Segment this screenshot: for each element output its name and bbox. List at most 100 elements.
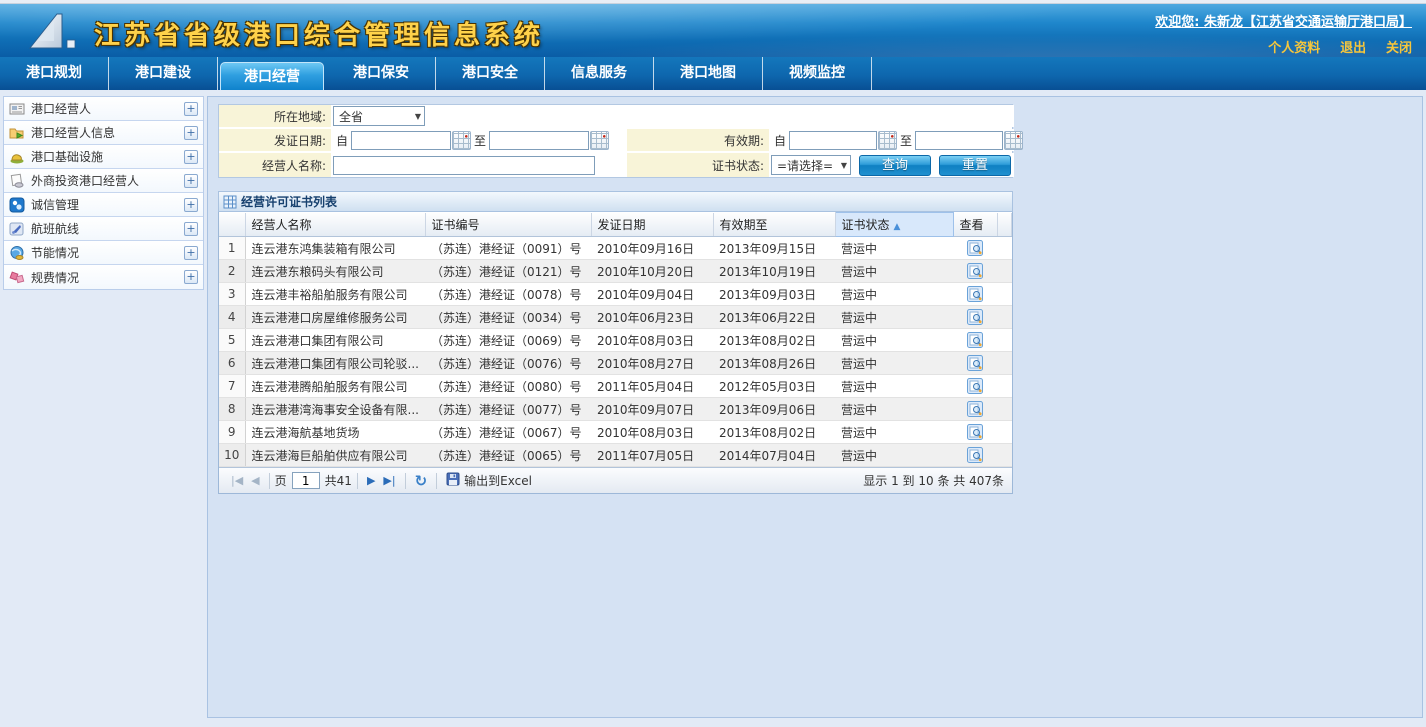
status-cell: 营运中 <box>835 444 953 467</box>
expand-plus-icon[interactable]: + <box>184 222 198 236</box>
expand-plus-icon[interactable]: + <box>184 126 198 140</box>
sidebar: 港口经营人 + 港口经营人信息 + 港口基础设施 + <box>3 96 204 727</box>
table-row: 6连云港港口集团有限公司轮驳...（苏连）港经证（0076）号2010年08月2… <box>219 352 1012 375</box>
sidebar-item-foreign-investor[interactable]: 外商投资港口经营人 + <box>4 169 203 193</box>
col-issue-date[interactable]: 发证日期 <box>591 213 713 237</box>
expand-plus-icon[interactable]: + <box>184 102 198 116</box>
issue-date-cell: 2010年08月27日 <box>591 352 713 375</box>
validity-from-input[interactable] <box>789 131 877 150</box>
view-icon[interactable] <box>967 332 983 348</box>
region-select[interactable]: 全省 ▼ <box>333 106 425 126</box>
sidebar-item-label: 航班航线 <box>31 220 184 237</box>
refresh-icon[interactable]: ↻ <box>415 472 428 490</box>
filler-cell <box>997 306 1012 329</box>
sidebar-item-energy-saving[interactable]: 节能情况 + <box>4 241 203 265</box>
status-cell: 营运中 <box>835 352 953 375</box>
expand-plus-icon[interactable]: + <box>184 198 198 212</box>
nav-tab-1[interactable]: 港口建设 <box>109 57 218 90</box>
view-icon[interactable] <box>967 309 983 325</box>
sidebar-item-fees[interactable]: 规费情况 + <box>4 265 203 289</box>
row-number: 6 <box>219 352 245 375</box>
calendar-icon[interactable] <box>878 131 897 150</box>
view-icon[interactable] <box>967 263 983 279</box>
nav-tab-0[interactable]: 港口规划 <box>0 57 109 90</box>
issue-date-cell: 2010年09月16日 <box>591 237 713 260</box>
sidebar-item-infrastructure[interactable]: 港口基础设施 + <box>4 145 203 169</box>
row-number: 9 <box>219 421 245 444</box>
view-icon[interactable] <box>967 424 983 440</box>
expand-plus-icon[interactable]: + <box>184 174 198 188</box>
view-icon[interactable] <box>967 286 983 302</box>
col-cert-status[interactable]: 证书状态▲ <box>835 213 953 237</box>
operator-name-cell: 连云港港腾船舶服务有限公司 <box>245 375 425 398</box>
sidebar-item-port-operator[interactable]: 港口经营人 + <box>4 97 203 121</box>
reset-button[interactable]: 重置 <box>939 155 1011 176</box>
cert-number-cell: （苏连）港经证（0091）号 <box>425 237 591 260</box>
profile-link[interactable]: 个人资料 <box>1268 41 1320 56</box>
view-icon[interactable] <box>967 240 983 256</box>
expand-plus-icon[interactable]: + <box>184 270 198 284</box>
credit-icon <box>9 197 25 213</box>
view-icon[interactable] <box>967 355 983 371</box>
sidebar-item-credit-mgmt[interactable]: 诚信管理 + <box>4 193 203 217</box>
nav-tab-7[interactable]: 视频监控 <box>763 57 872 90</box>
nav-tab-2[interactable]: 港口经营 <box>220 62 324 90</box>
total-pages: 共41 <box>325 472 352 489</box>
facility-icon <box>9 149 25 165</box>
first-page-icon[interactable]: |◀ <box>231 474 243 487</box>
valid-until-cell: 2013年08月02日 <box>713 421 835 444</box>
sidebar-item-label: 港口经营人 <box>31 100 184 117</box>
next-page-icon[interactable]: ▶ <box>367 474 375 487</box>
export-excel-button[interactable]: 输出到Excel <box>446 472 532 489</box>
investor-icon <box>9 173 25 189</box>
table-row: 4连云港港口房屋维修服务公司（苏连）港经证（0034）号2010年06月23日2… <box>219 306 1012 329</box>
expand-plus-icon[interactable]: + <box>184 246 198 260</box>
view-icon[interactable] <box>967 401 983 417</box>
page-input[interactable] <box>292 472 320 489</box>
prev-page-icon[interactable]: ◀ <box>251 474 259 487</box>
last-page-icon[interactable]: ▶| <box>383 474 395 487</box>
to-label: 至 <box>900 132 912 149</box>
status-cell: 营运中 <box>835 329 953 352</box>
issue-date-to-input[interactable] <box>489 131 589 150</box>
view-cell <box>953 260 997 283</box>
calendar-icon[interactable] <box>590 131 609 150</box>
calendar-icon[interactable] <box>452 131 471 150</box>
row-number: 8 <box>219 398 245 421</box>
status-cell: 营运中 <box>835 237 953 260</box>
expand-plus-icon[interactable]: + <box>184 150 198 164</box>
filler-cell <box>997 352 1012 375</box>
nav-tab-4[interactable]: 港口安全 <box>436 57 545 90</box>
pagination-bar: |◀ ◀ 页 共41 ▶ ▶| ↻ 输出到 <box>219 467 1012 493</box>
cert-status-label: 证书状态: <box>627 157 769 174</box>
issue-date-from-input[interactable] <box>351 131 451 150</box>
sidebar-item-label: 港口经营人信息 <box>31 124 184 141</box>
col-operator-name[interactable]: 经营人名称 <box>245 213 425 237</box>
view-cell <box>953 352 997 375</box>
query-button[interactable]: 查询 <box>859 155 931 176</box>
filler-cell <box>997 329 1012 352</box>
view-icon[interactable] <box>967 378 983 394</box>
filler-cell <box>997 444 1012 467</box>
validity-to-input[interactable] <box>915 131 1003 150</box>
operator-name-cell: 连云港海航基地货场 <box>245 421 425 444</box>
view-cell <box>953 306 997 329</box>
col-valid-until[interactable]: 有效期至 <box>713 213 835 237</box>
calendar-icon[interactable] <box>1004 131 1023 150</box>
col-cert-number[interactable]: 证书编号 <box>425 213 591 237</box>
operator-name-cell: 连云港海巨船舶供应有限公司 <box>245 444 425 467</box>
nav-tab-5[interactable]: 信息服务 <box>545 57 654 90</box>
operator-name-label: 经营人名称: <box>219 157 331 174</box>
nav-tab-3[interactable]: 港口保安 <box>327 57 436 90</box>
logout-link[interactable]: 退出 <box>1340 41 1366 56</box>
view-icon[interactable] <box>967 447 983 463</box>
cert-status-select[interactable]: =请选择= ▼ <box>771 155 851 175</box>
sidebar-item-routes[interactable]: 航班航线 + <box>4 217 203 241</box>
nav-tab-6[interactable]: 港口地图 <box>654 57 763 90</box>
operator-name-input[interactable] <box>333 156 595 175</box>
view-cell <box>953 421 997 444</box>
chevron-down-icon: ▼ <box>841 161 847 170</box>
close-link[interactable]: 关闭 <box>1386 41 1412 56</box>
row-number: 5 <box>219 329 245 352</box>
sidebar-item-operator-info[interactable]: 港口经营人信息 + <box>4 121 203 145</box>
